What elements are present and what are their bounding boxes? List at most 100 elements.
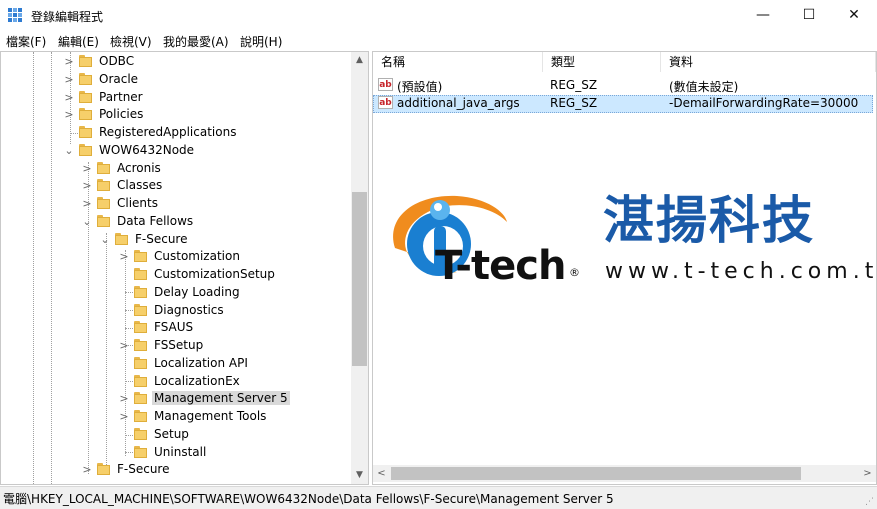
- value-name: (預設值): [397, 80, 443, 94]
- maximize-button[interactable]: ☐: [786, 0, 832, 31]
- folder-icon: [79, 73, 92, 85]
- chevron-right-icon[interactable]: >: [118, 390, 130, 408]
- tree-item-label: Policies: [99, 107, 144, 121]
- tree-item-label: Localization API: [154, 356, 248, 370]
- folder-icon: [79, 108, 92, 120]
- tree-item-label: ODBC: [99, 54, 135, 68]
- scroll-right-icon[interactable]: >: [859, 465, 876, 482]
- folder-icon: [134, 268, 147, 280]
- tree-vertical-scrollbar[interactable]: ▲ ▼: [351, 52, 368, 484]
- tree-guide-line: [106, 233, 107, 473]
- tree-item-label: Customization: [154, 249, 240, 263]
- chevron-right-icon[interactable]: >: [63, 89, 75, 107]
- status-bar: 電腦\HKEY_LOCAL_MACHINE\SOFTWARE\WOW6432No…: [0, 486, 877, 509]
- menu-favorites[interactable]: 我的最愛(A): [163, 33, 229, 50]
- scroll-up-icon[interactable]: ▲: [351, 52, 368, 69]
- column-header-type[interactable]: 類型: [543, 52, 661, 72]
- folder-icon: [134, 304, 147, 316]
- folder-icon: [134, 339, 147, 351]
- tree-item-label: F-Secure: [135, 232, 188, 246]
- tree-guide-line: [51, 52, 52, 484]
- chevron-down-icon[interactable]: ⌄: [81, 213, 93, 231]
- resize-grip-icon[interactable]: ⋰: [865, 497, 875, 507]
- chevron-down-icon[interactable]: ⌄: [99, 231, 111, 249]
- tree-scroll-thumb[interactable]: [352, 192, 367, 366]
- folder-icon: [79, 55, 92, 67]
- menu-edit[interactable]: 編輯(E): [58, 33, 99, 50]
- registry-tree[interactable]: > ODBC > Oracle > Partner > Policies RegisteredA…: [0, 51, 369, 485]
- folder-icon: [97, 197, 110, 209]
- tree-item-label: Management Tools: [154, 409, 267, 423]
- folder-icon: [134, 286, 147, 298]
- menu-view[interactable]: 檢視(V): [110, 33, 152, 50]
- folder-icon: [97, 162, 110, 174]
- menu-file[interactable]: 檔案(F): [6, 33, 46, 50]
- string-value-icon: ab: [378, 78, 393, 91]
- folder-icon: [134, 357, 147, 369]
- menu-help[interactable]: 說明(H): [240, 33, 282, 50]
- folder-icon: [79, 91, 92, 103]
- value-row[interactable]: ab (預設值) REG_SZ (數值未設定): [373, 77, 873, 95]
- registry-editor-icon: [8, 8, 22, 22]
- value-type: REG_SZ: [550, 78, 598, 92]
- chevron-down-icon[interactable]: ⌄: [63, 142, 75, 160]
- minimize-button[interactable]: —: [740, 0, 786, 31]
- tree-item-label: Diagnostics: [154, 303, 224, 317]
- folder-icon: [79, 126, 92, 138]
- column-header-data[interactable]: 資料: [661, 52, 876, 72]
- menu-bar: 檔案(F) 編輯(E) 檢視(V) 我的最愛(A) 說明(H): [0, 31, 877, 51]
- tree-item-label: Oracle: [99, 72, 139, 86]
- tree-item-label: FSAUS: [154, 320, 194, 334]
- value-data: -DemailForwardingRate=30000: [669, 96, 859, 110]
- tree-item-label: F-Secure: [117, 462, 170, 476]
- folder-icon: [134, 250, 147, 262]
- value-row-selected[interactable]: ab additional_java_args REG_SZ -DemailFo…: [373, 95, 873, 113]
- chevron-right-icon[interactable]: >: [63, 71, 75, 89]
- list-horizontal-scrollbar[interactable]: < >: [373, 465, 876, 482]
- window-title: 登錄編輯程式: [31, 10, 104, 24]
- scroll-down-icon[interactable]: ▼: [351, 467, 368, 484]
- tree-item-label: Clients: [117, 196, 158, 210]
- tree-item-label: Setup: [154, 427, 189, 441]
- chevron-right-icon[interactable]: >: [118, 408, 130, 426]
- tree-item-label: Data Fellows: [117, 214, 194, 228]
- chevron-right-icon[interactable]: >: [81, 177, 93, 195]
- value-type: REG_SZ: [550, 96, 598, 110]
- folder-icon: [79, 144, 92, 156]
- folder-icon: [97, 215, 110, 227]
- tree-item-label: Partner: [99, 90, 143, 104]
- chevron-right-icon[interactable]: >: [63, 53, 75, 71]
- chevron-right-icon[interactable]: >: [63, 106, 75, 124]
- value-name: additional_java_args: [397, 96, 520, 110]
- tree-item-label: Uninstall: [154, 445, 207, 459]
- tree-item-label: Management Server 5: [152, 391, 290, 405]
- folder-icon: [134, 392, 147, 404]
- tree-item-label: Delay Loading: [154, 285, 240, 299]
- close-button[interactable]: ✕: [831, 0, 877, 31]
- registered-mark: ®: [569, 266, 580, 279]
- chevron-right-icon[interactable]: >: [118, 337, 130, 355]
- chevron-right-icon[interactable]: >: [81, 461, 93, 479]
- brand-cn: 湛揚科技: [603, 192, 816, 251]
- chevron-right-icon[interactable]: >: [118, 248, 130, 266]
- list-scroll-thumb[interactable]: [391, 467, 801, 480]
- folder-icon: [134, 375, 147, 387]
- t-tech-watermark: T-tech ® 湛揚科技 www.t-tech.com.tw: [377, 186, 877, 294]
- tree-item-label: Acronis: [117, 161, 161, 175]
- tree-item-label: FSSetup: [154, 338, 204, 352]
- tree-item-label: LocalizationEx: [154, 374, 240, 388]
- chevron-right-icon[interactable]: >: [81, 195, 93, 213]
- tree-item-label: Classes: [117, 178, 163, 192]
- current-key-path: 電腦\HKEY_LOCAL_MACHINE\SOFTWARE\WOW6432No…: [3, 492, 614, 506]
- scroll-left-icon[interactable]: <: [373, 465, 390, 482]
- chevron-right-icon[interactable]: >: [81, 160, 93, 178]
- tree-item-label: WOW6432Node: [99, 143, 195, 157]
- column-header-name[interactable]: 名稱: [373, 52, 543, 72]
